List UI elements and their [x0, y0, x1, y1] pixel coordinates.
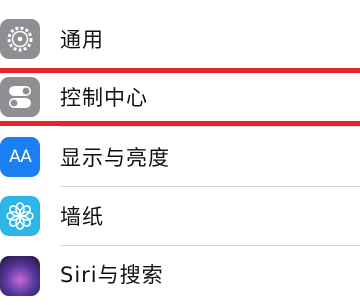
- toggle-icon: [0, 77, 40, 117]
- settings-label-control-center: 控制中心: [60, 86, 148, 110]
- settings-label-display: 显示与亮度: [60, 146, 170, 170]
- settings-label-general: 通用: [60, 28, 104, 52]
- divider: [60, 126, 360, 127]
- divider: [60, 245, 360, 246]
- settings-row-display[interactable]: AA 显示与亮度: [0, 128, 360, 186]
- settings-row-wallpaper[interactable]: 墙纸: [0, 187, 360, 245]
- settings-label-siri: Siri与搜索: [60, 263, 164, 287]
- settings-row-general[interactable]: 通用: [0, 10, 360, 68]
- settings-label-wallpaper: 墙纸: [60, 205, 104, 229]
- siri-icon: [0, 256, 40, 296]
- icon-glyph: AA: [9, 147, 32, 167]
- text-size-icon: AA: [0, 137, 40, 177]
- gear-icon: [0, 19, 40, 59]
- settings-row-siri[interactable]: Siri与搜索: [0, 247, 360, 305]
- flower-icon: [0, 196, 40, 236]
- settings-row-control-center[interactable]: 控制中心: [0, 68, 360, 126]
